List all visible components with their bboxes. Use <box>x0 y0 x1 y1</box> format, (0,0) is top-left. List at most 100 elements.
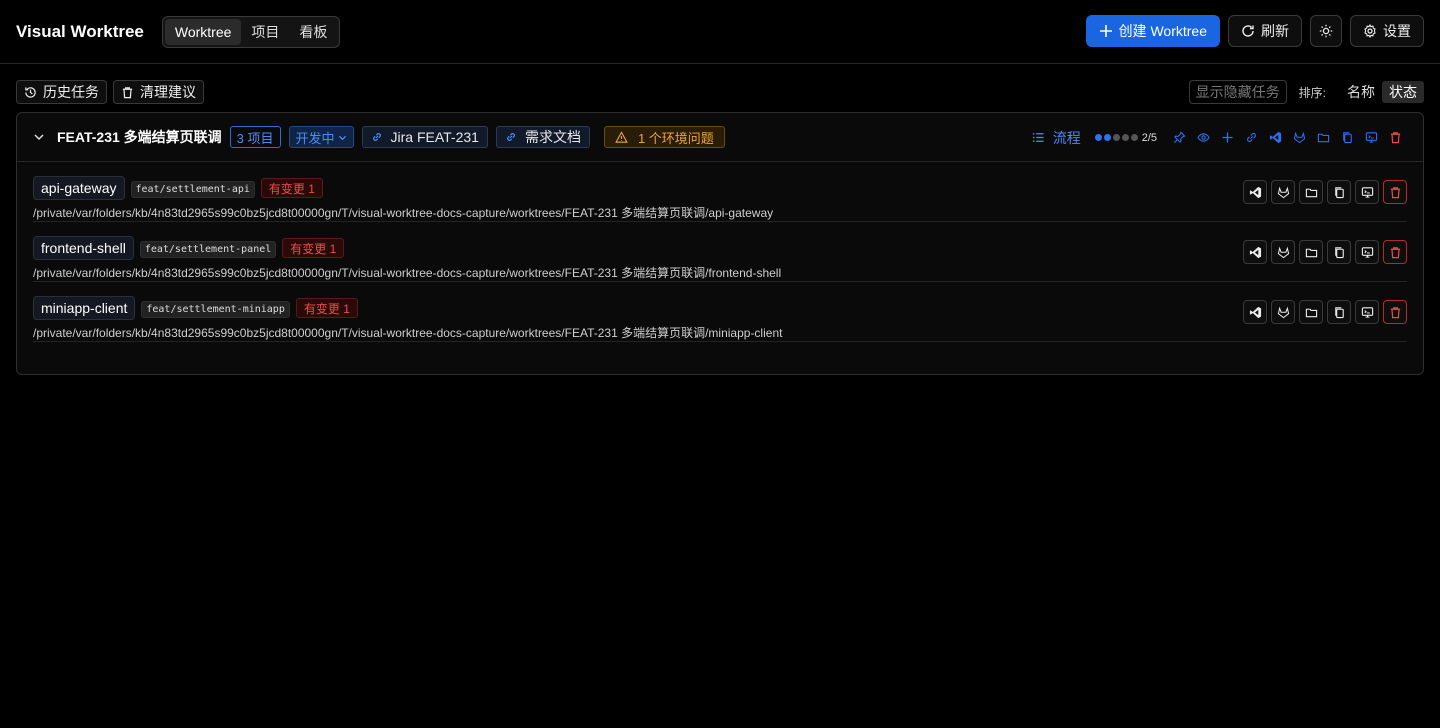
history-icon <box>25 86 36 98</box>
show-hidden-tasks-button[interactable]: 显示隐藏任务 <box>1188 80 1287 104</box>
terminal-icon <box>1365 132 1377 143</box>
trash-icon <box>1390 132 1400 144</box>
flow-label: 流程 <box>1052 129 1081 146</box>
vscode-icon <box>1249 186 1261 198</box>
app-title: Visual Worktree <box>16 21 144 41</box>
open-terminal-button[interactable] <box>1355 300 1379 324</box>
delete-worktree-button[interactable] <box>1383 180 1407 204</box>
copy-icon <box>1334 246 1344 258</box>
open-folder-all-button[interactable] <box>1311 126 1335 150</box>
refresh-button[interactable]: 刷新 <box>1228 15 1302 47</box>
copy-all-button[interactable] <box>1335 126 1359 150</box>
jira-link[interactable]: Jira FEAT-231 <box>361 126 488 148</box>
worktree-list: api-gateway feat/settlement-api 有变更 1 /p… <box>17 162 1423 342</box>
requirements-doc-link[interactable]: 需求文档 <box>495 126 590 148</box>
worktree-path: /private/var/folders/kb/4n83td2965s99c0b… <box>33 266 782 280</box>
task-card-header: FEAT-231 多端结算页联调 3 项目 开发中 Jira FEAT-231 … <box>17 113 1423 162</box>
open-gitlab-button[interactable] <box>1271 240 1295 264</box>
open-folder-button[interactable] <box>1299 180 1323 204</box>
settings-button[interactable]: 设置 <box>1350 15 1424 47</box>
cleanup-suggestions-button[interactable]: 清理建议 <box>113 80 204 104</box>
pin-icon <box>1173 131 1186 144</box>
terminal-icon <box>1361 306 1373 318</box>
status-dropdown[interactable]: 开发中 <box>288 126 354 148</box>
open-gitlab-button[interactable] <box>1271 180 1295 204</box>
list-icon <box>1032 132 1044 143</box>
add-link-button[interactable] <box>1239 126 1263 150</box>
changes-badge[interactable]: 有变更 1 <box>295 298 358 318</box>
view-button[interactable] <box>1191 126 1215 150</box>
sort-label: 排序: <box>1298 85 1326 100</box>
open-vscode-button[interactable] <box>1243 180 1267 204</box>
theme-toggle-button[interactable] <box>1310 15 1342 47</box>
copy-path-button[interactable] <box>1327 240 1351 264</box>
task-card: FEAT-231 多端结算页联调 3 项目 开发中 Jira FEAT-231 … <box>16 112 1424 375</box>
env-issue-badge[interactable]: 1 个环境问题 <box>603 126 725 148</box>
flow-button[interactable]: 流程 <box>1032 128 1081 148</box>
open-vscode-button[interactable] <box>1243 240 1267 264</box>
gitlab-icon <box>1277 246 1289 258</box>
sun-icon <box>1319 24 1333 38</box>
changes-badge[interactable]: 有变更 1 <box>260 178 323 198</box>
branch-name: feat/settlement-panel <box>139 240 277 258</box>
open-gitlab-button[interactable] <box>1271 300 1295 324</box>
history-tasks-button[interactable]: 历史任务 <box>16 80 107 104</box>
tab-worktree[interactable]: Worktree <box>164 18 242 45</box>
repo-name: frontend-shell <box>33 236 134 260</box>
tab-projects[interactable]: 项目 <box>241 19 289 45</box>
open-vscode-button[interactable] <box>1243 300 1267 324</box>
tab-board[interactable]: 看板 <box>289 19 337 45</box>
app-header: Visual Worktree Worktree 项目 看板 创建 Worktr… <box>0 0 1440 64</box>
delete-task-button[interactable] <box>1383 126 1407 150</box>
terminal-all-button[interactable] <box>1359 126 1383 150</box>
changes-badge[interactable]: 有变更 1 <box>282 238 345 258</box>
vscode-icon <box>1249 306 1261 318</box>
open-terminal-button[interactable] <box>1355 180 1379 204</box>
worktree-row: api-gateway feat/settlement-api 有变更 1 /p… <box>33 162 1407 222</box>
worktree-row: frontend-shell feat/settlement-panel 有变更… <box>33 222 1407 282</box>
copy-path-button[interactable] <box>1327 180 1351 204</box>
trash-icon <box>1390 186 1400 198</box>
branch-name: feat/settlement-miniapp <box>141 300 290 318</box>
task-toolbar: 历史任务 清理建议 显示隐藏任务 排序: 名称 状态 <box>16 80 1424 104</box>
open-folder-button[interactable] <box>1299 240 1323 264</box>
link-icon <box>1246 133 1256 142</box>
refresh-label: 刷新 <box>1261 23 1289 39</box>
chevron-down-icon <box>338 135 346 140</box>
progress-dot <box>1121 134 1129 141</box>
sort-by-status[interactable]: 状态 <box>1382 81 1424 103</box>
open-gitlab-all-button[interactable] <box>1287 126 1311 150</box>
link-icon <box>372 133 381 141</box>
add-repo-button[interactable] <box>1215 126 1239 150</box>
open-terminal-button[interactable] <box>1355 240 1379 264</box>
sort-by-name[interactable]: 名称 <box>1340 81 1382 103</box>
create-worktree-button[interactable]: 创建 Worktree <box>1085 15 1220 47</box>
env-issue-label: 1 个环境问题 <box>637 130 714 146</box>
folder-icon <box>1305 188 1317 197</box>
nav-tabs: Worktree 项目 看板 <box>161 15 341 48</box>
delete-worktree-button[interactable] <box>1383 300 1407 324</box>
requirements-doc-label: 需求文档 <box>524 129 581 145</box>
pin-button[interactable] <box>1167 126 1191 150</box>
open-vscode-all-button[interactable] <box>1263 126 1287 150</box>
gear-icon <box>1364 24 1376 38</box>
trash-icon <box>1390 306 1400 318</box>
worktree-path: /private/var/folders/kb/4n83td2965s99c0b… <box>33 326 783 340</box>
folder-icon <box>1317 133 1329 143</box>
plus-icon <box>1099 25 1112 37</box>
copy-icon <box>1342 132 1352 144</box>
chevron-down-icon[interactable] <box>33 131 45 143</box>
cleanup-suggestions-label: 清理建议 <box>140 84 196 100</box>
warning-icon <box>615 130 628 143</box>
branch-name: feat/settlement-api <box>130 180 255 198</box>
project-count-badge: 3 项目 <box>229 126 281 148</box>
trash-icon <box>122 86 133 98</box>
gitlab-icon <box>1293 131 1305 144</box>
worktree-path: /private/var/folders/kb/4n83td2965s99c0b… <box>33 206 774 220</box>
vscode-icon <box>1269 131 1281 144</box>
open-folder-button[interactable] <box>1299 300 1323 324</box>
delete-worktree-button[interactable] <box>1383 240 1407 264</box>
folder-icon <box>1305 308 1317 317</box>
history-tasks-label: 历史任务 <box>43 84 99 100</box>
copy-path-button[interactable] <box>1327 300 1351 324</box>
